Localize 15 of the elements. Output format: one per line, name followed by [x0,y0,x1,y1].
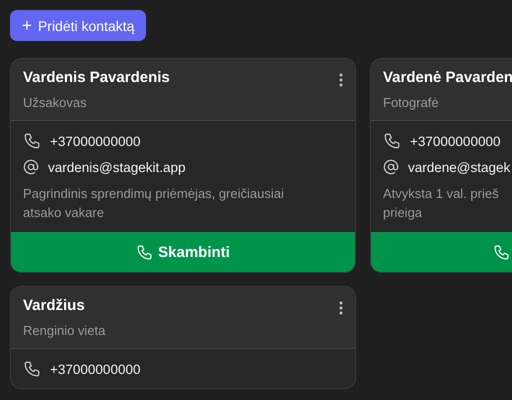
contact-role: Fotografė [383,95,440,110]
contact-name: Vardžius [23,297,86,314]
contact-role: Renginio vieta [23,323,106,338]
phone-number: +37000000000 [50,134,140,148]
email-address: vardene@stagek [408,160,510,174]
contact-note: Pagrindinis sprendimų priėmėjas, greičiausiai atsako vakare [23,185,285,222]
contact-note: Atvyksta 1 val. prieš prieiga [383,185,500,222]
contact-name: Vardenė Pavarden [383,69,512,86]
call-button[interactable]: Skambinti [11,232,355,272]
phone-number: +37000000000 [50,362,140,376]
contact-role: Užsakovas [23,95,88,110]
add-contact-button[interactable]: + Pridėti kontaktą [10,10,146,41]
email-address: vardenis@stagekit.app [48,160,186,174]
contact-name: Vardenis Pavardenis [23,69,170,86]
phone-number: +37000000000 [410,134,500,148]
